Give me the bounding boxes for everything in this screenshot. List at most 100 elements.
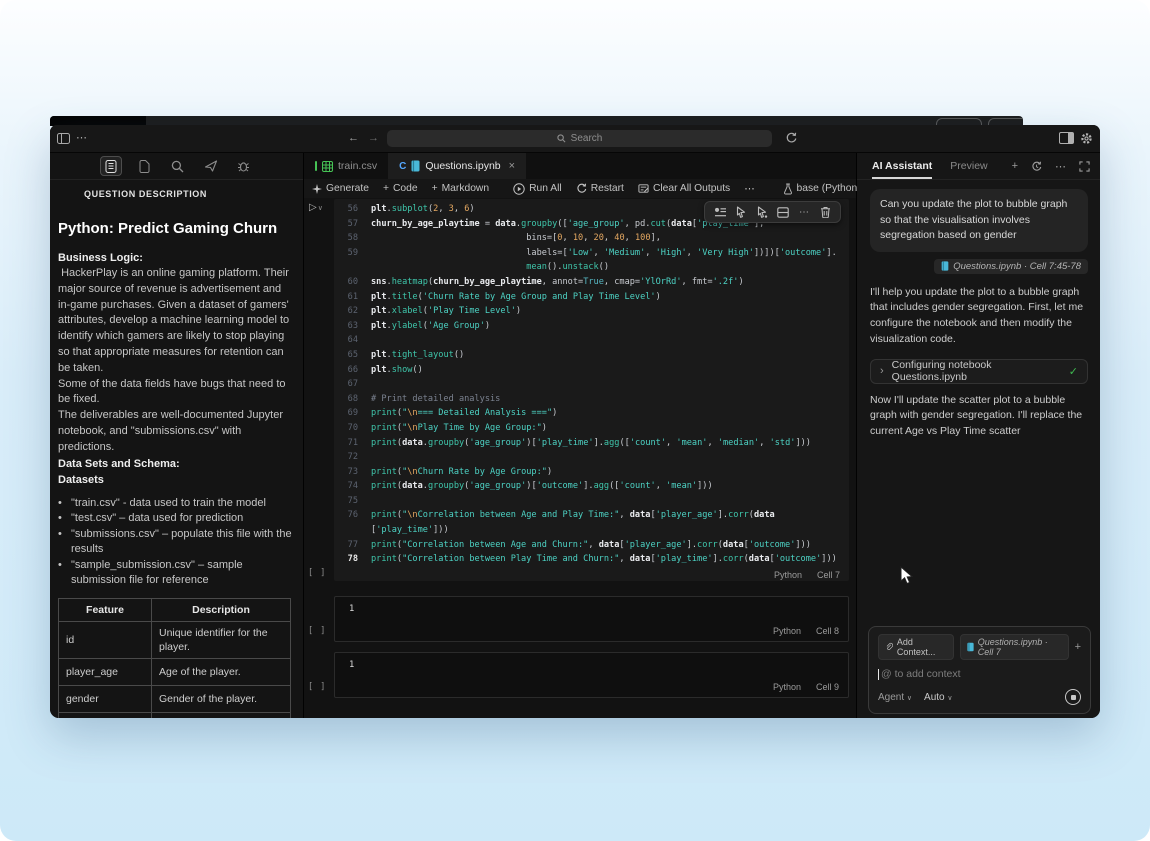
code-line[interactable]: 78 print("Correlation between Play Time a… [334,552,849,567]
panel-more-icon[interactable]: ⋯ [1055,160,1066,173]
code-line[interactable]: 65 plt.tight_layout() [334,348,849,363]
nav-back-icon[interactable]: ← [348,131,359,145]
cell9-body[interactable]: 1 Python Cell 9 [334,652,849,698]
code-line[interactable]: 70 print("\nPlay Time by Age Group:") [334,421,849,436]
cell7-footer: Python Cell 7 [334,567,849,583]
left-panel-iconbar [50,153,303,180]
code-line[interactable]: 60 sns.heatmap(churn_by_age_playtime, ann… [334,275,849,290]
code-line[interactable]: 69 print("\n=== Detailed Analysis ===") [334,406,849,421]
code-line[interactable]: 75 [334,494,849,509]
assistant-reply: Now I'll update the scatter plot to a bu… [870,393,1083,438]
cell7-code[interactable]: 56 plt.subplot(2, 3, 6) 57 churn_by_age_pla… [334,202,849,567]
search-input[interactable]: Search [387,130,772,147]
tool-step-label: Configuring notebook Questions.ipynb [891,359,992,384]
more-actions-icon[interactable]: ⋯ [797,205,811,219]
sparkle-icon [312,183,322,194]
run-cells-below-icon[interactable] [755,205,769,219]
chat-composer[interactable]: Add Context... Questions.ipynb · Cell 7 … [868,626,1091,714]
code-line[interactable]: mean().unstack() [334,260,849,275]
cell7-body[interactable]: 56 plt.subplot(2, 3, 6) 57 churn_by_age_pla… [334,199,849,581]
code-line[interactable]: 62 plt.xlabel('Play Time Level') [334,304,849,319]
cell8-gutter: [ ] [304,596,334,642]
composer-context-chip[interactable]: Questions.ipynb · Cell 7 [959,634,1069,660]
dataset-bullet: • "train.csv" - data used to train the mo… [58,496,266,509]
code-cell-8[interactable]: [ ] 1 Python Cell 8 [304,596,849,642]
code-line[interactable]: 58 bins=[0, 10, 20, 40, 100], [334,231,849,246]
datasets-header: Data Sets and Schema: [58,457,180,470]
chat-input[interactable]: @ to add context [878,668,1081,680]
model-selector[interactable]: Auto ∨ [924,692,952,703]
add-markdown-button[interactable]: + Markdown [432,183,490,194]
cell-language[interactable]: Python [774,570,802,580]
tab-train-csv[interactable]: train.csv [304,153,388,179]
close-tab-icon[interactable]: × [509,160,515,172]
run-cell-button[interactable]: ▷ ∨ [309,202,323,213]
search-tab-icon[interactable] [168,157,188,175]
datasets-list: • "train.csv" - data used to train the mo… [58,496,295,589]
code-line[interactable]: 77 print("Correlation between Age and Chu… [334,538,849,553]
code-line[interactable]: 68 # Print detailed analysis [334,392,849,407]
nav-forward-icon[interactable]: → [368,131,379,145]
delete-cell-icon[interactable] [818,205,832,219]
tab-ai-assistant[interactable]: AI Assistant [872,153,933,179]
restart-button[interactable]: Restart [576,183,624,194]
datasets-subheader: Datasets [58,473,104,486]
bug-tab-icon[interactable] [234,157,254,175]
code-line[interactable]: 76 print("\nCorrelation between Age and P… [334,508,849,523]
code-line[interactable]: 73 print("\nChurn Rate by Age Group:") [334,465,849,480]
cell-language[interactable]: Python [773,682,801,692]
code-line[interactable]: 67 [334,377,849,392]
code-line[interactable]: 74 print(data.groupby('age_group')['outco… [334,479,849,494]
code-line[interactable]: 61 plt.title('Churn Rate by Age Group and… [334,290,849,305]
table-row: geoGeographic location of the player. [58,711,291,718]
clear-outputs-button[interactable]: Clear All Outputs [638,183,730,194]
code-line[interactable]: 64 [334,333,849,348]
titlebar-more-icon[interactable]: ⋯ [76,131,87,145]
paperclip-icon [886,643,893,651]
table-row: gender Gender of the player. [58,684,291,713]
code-line[interactable]: 71 print(data.groupby('age_group')['play_… [334,436,849,451]
split-cell-icon[interactable] [776,205,790,219]
sync-icon[interactable] [785,132,797,144]
code-line[interactable]: 72 [334,450,849,465]
plus-icon: + [431,183,438,194]
mouse-cursor [900,566,913,585]
question-description-body[interactable]: QUESTION DESCRIPTION Python: Predict Gam… [50,180,303,718]
new-chat-icon[interactable]: + [1012,160,1018,172]
agent-mode-selector[interactable]: Agent ∨ [878,692,912,703]
ai-edit-cell-icon[interactable] [713,205,727,219]
code-cell-7[interactable]: ▷ ∨ [ ] 56 plt.subplot(2, 3, 6) 57 churn_by_… [304,199,849,581]
submit-tab-icon[interactable] [201,157,221,175]
cell8-body[interactable]: 1 Python Cell 8 [334,596,849,642]
file-tab-icon[interactable] [135,157,155,175]
expand-icon[interactable] [1079,160,1090,172]
code-line[interactable]: 63 plt.ylabel('Age Group') [334,319,849,334]
sidebar-toggle-icon[interactable] [57,133,70,144]
add-context-button[interactable]: Add Context... [878,634,954,660]
description-cell: Gender of the player. [151,684,291,713]
message-context-chip[interactable]: Questions.ipynb · Cell 7:45-78 [934,258,1088,274]
cell-language[interactable]: Python [773,626,801,636]
description-tab-icon[interactable] [99,156,122,176]
settings-gear-icon[interactable] [1080,132,1093,145]
notebook-cells[interactable]: ▷ ∨ [ ] 56 plt.subplot(2, 3, 6) 57 churn_by_… [304,198,856,718]
description-cell: Unique identifier for the player. [151,620,291,659]
tool-step-configuring-notebook[interactable]: › Configuring notebook Questions.ipynb ✓ [870,358,1088,384]
stop-generation-button[interactable] [1065,689,1081,705]
code-line[interactable]: ['play_time'])) [334,523,849,538]
line-number: 1 [349,660,355,670]
generate-button[interactable]: Generate [312,183,369,194]
code-line[interactable]: 66 plt.show() [334,363,849,378]
tab-label: Questions.ipynb [425,160,501,172]
run-cells-above-icon[interactable] [734,205,748,219]
tab-preview[interactable]: Preview [950,153,987,179]
code-cell-9[interactable]: [ ] 1 Python Cell 9 [304,652,849,698]
layout-panel-icon[interactable] [1059,132,1074,144]
history-icon[interactable] [1031,161,1042,172]
toolbar-more-icon[interactable]: ⋯ [744,183,754,195]
code-line[interactable]: 59 labels=['Low', 'Medium', 'High', 'Ver… [334,246,849,261]
add-code-button[interactable]: + Code [383,183,418,194]
tab-questions-ipynb[interactable]: C Questions.ipynb × [388,153,527,179]
add-chip-icon[interactable]: + [1075,641,1081,653]
run-all-button[interactable]: Run All [513,182,562,195]
